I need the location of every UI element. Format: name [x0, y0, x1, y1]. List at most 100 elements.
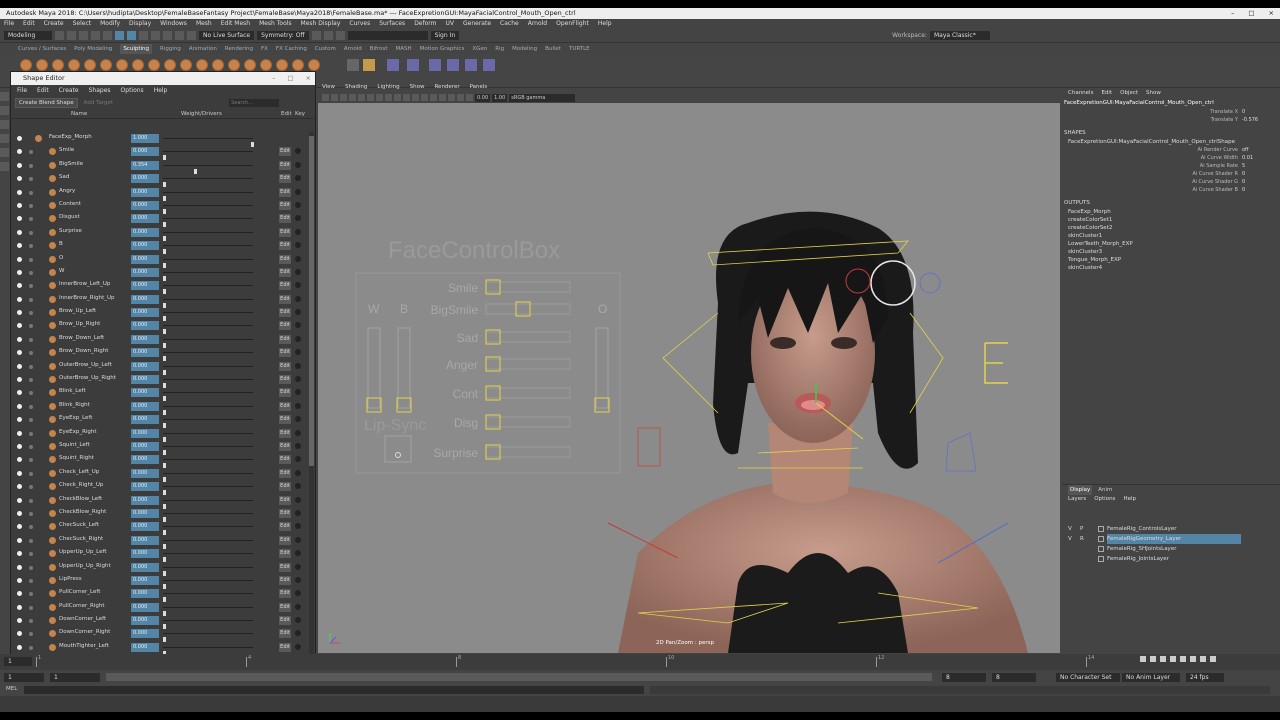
layer-row[interactable]: V R FemaleRigGeometry_Layer [1062, 534, 1280, 544]
lock-icon[interactable] [29, 511, 33, 516]
key-icon[interactable] [295, 416, 301, 423]
weight-slider[interactable] [163, 459, 253, 469]
cb-output-item[interactable]: FaceExp_Morph [1062, 208, 1280, 216]
visibility-eye-icon[interactable] [17, 443, 22, 449]
lock-icon[interactable] [29, 565, 33, 570]
cb-shape-attr[interactable]: Ai Curve Width 0.01 [1062, 154, 1280, 162]
create-blend-shape-button[interactable]: Create Blend Shape [15, 98, 78, 108]
edit-button[interactable]: Edit [279, 642, 291, 652]
se-menu-create[interactable]: Create [59, 85, 79, 96]
shape-target-row[interactable]: Angry 0.000 Edit [11, 186, 309, 201]
undo-icon[interactable] [91, 31, 100, 40]
target-weight-field[interactable]: 0.000 [131, 616, 159, 626]
textured-icon[interactable] [430, 94, 437, 101]
cb-shape-attr[interactable]: Ai Sample Rate 5 [1062, 162, 1280, 170]
target-weight-field[interactable]: 0.000 [131, 267, 159, 277]
target-weight-field[interactable]: 0.000 [131, 241, 159, 251]
shape-target-row[interactable]: InnerBrow_Left_Up 0.000 Edit [11, 279, 309, 295]
lock-icon[interactable] [29, 605, 33, 610]
shelf-tab-arnold[interactable]: Arnold [344, 44, 362, 54]
smear-tool-icon[interactable] [244, 59, 256, 71]
fcb-b-slider[interactable] [397, 327, 411, 409]
weight-slider[interactable] [163, 405, 253, 415]
edit-button[interactable]: Edit [279, 267, 291, 277]
target-weight-field[interactable]: 0.000 [131, 428, 159, 438]
menu-file[interactable]: File [4, 19, 14, 29]
menu-mesh-tools[interactable]: Mesh Tools [259, 19, 291, 29]
shape-editor-close[interactable]: × [306, 72, 311, 85]
spray-tool-icon[interactable] [132, 59, 144, 71]
target-weight-field[interactable]: 0.000 [131, 441, 159, 451]
edit-button[interactable]: Edit [279, 415, 291, 425]
fcb-o-handle[interactable] [594, 397, 610, 413]
shape-target-row[interactable]: Brow_Down_Left 0.000 Edit [11, 333, 309, 348]
cb-shape-attr[interactable]: Ai Curve Shader R 0 [1062, 170, 1280, 178]
cb-menu-edit[interactable]: Edit [1101, 88, 1112, 98]
lock-icon[interactable] [29, 498, 33, 503]
cb-output-item[interactable]: skinCluster4 [1062, 264, 1280, 272]
image-plane-icon[interactable] [349, 94, 356, 101]
fcb-slider-track[interactable] [485, 387, 571, 399]
camera-icon[interactable] [322, 94, 329, 101]
weight-slider[interactable] [163, 285, 253, 295]
colorspace-dropdown[interactable]: sRGB gamma [509, 93, 576, 102]
cb-menu-object[interactable]: Object [1120, 88, 1138, 98]
step-forward-icon[interactable] [1190, 656, 1196, 662]
scrollbar-thumb[interactable] [309, 136, 314, 466]
key-icon[interactable] [295, 496, 301, 503]
cb-shape-name[interactable]: FaceExpretionGUI:MayaFacialControl_Mouth… [1062, 138, 1280, 146]
mirror-target-icon[interactable] [464, 58, 478, 72]
edit-button[interactable]: Edit [279, 401, 291, 411]
key-icon[interactable] [295, 175, 301, 182]
target-weight-field[interactable]: 0.000 [131, 254, 159, 264]
key-icon[interactable] [295, 255, 301, 262]
weight-slider[interactable] [163, 151, 253, 161]
field-chart-icon[interactable] [394, 94, 401, 101]
weight-slider[interactable] [163, 620, 253, 630]
shape-target-row[interactable]: MouthTighter_Left 0.000 Edit [11, 641, 309, 656]
weight-slider[interactable] [163, 298, 253, 308]
lock-icon[interactable] [29, 203, 33, 208]
edit-button[interactable]: Edit [279, 147, 291, 157]
weight-slider[interactable] [163, 338, 253, 348]
input-line-field[interactable] [347, 31, 428, 40]
cb-attr-translate-y[interactable]: Translate Y -0.576 [1062, 116, 1280, 124]
tab-anim[interactable]: Anim [1098, 485, 1112, 495]
ipr-icon[interactable] [323, 31, 333, 40]
lock-icon[interactable] [29, 404, 33, 409]
wax-tool-icon[interactable] [180, 59, 192, 71]
weight-slider[interactable] [163, 499, 253, 509]
weight-slider[interactable] [163, 164, 253, 174]
shelf-tab-modeling[interactable]: Modeling [512, 44, 537, 54]
visibility-eye-icon[interactable] [17, 470, 22, 476]
lock-icon[interactable] [29, 284, 33, 289]
weight-slider[interactable] [163, 218, 253, 228]
target-weight-field[interactable]: 0.000 [131, 508, 159, 518]
lock-icon[interactable] [29, 364, 33, 369]
layer-color-swatch[interactable] [1098, 556, 1104, 562]
repeat-tool-icon[interactable] [148, 59, 160, 71]
shape-target-row[interactable]: UpperUp_Up_Left 0.000 Edit [11, 547, 309, 563]
camera-attributes-icon[interactable] [331, 94, 338, 101]
edit-button[interactable]: Edit [279, 174, 291, 184]
visibility-eye-icon[interactable] [17, 551, 22, 557]
key-icon[interactable] [295, 295, 301, 302]
key-icon[interactable] [295, 456, 301, 463]
visibility-eye-icon[interactable] [17, 577, 22, 583]
target-weight-field[interactable]: 0.000 [131, 200, 159, 210]
step-back-icon[interactable] [1160, 656, 1166, 662]
weight-slider[interactable] [163, 445, 253, 455]
key-icon[interactable] [295, 643, 301, 650]
edit-button[interactable]: Edit [279, 227, 291, 237]
key-icon[interactable] [295, 469, 301, 476]
cb-shape-attr[interactable]: Ai Curve Shader G 0 [1062, 178, 1280, 186]
resolution-gate-icon[interactable] [376, 94, 383, 101]
visibility-eye-icon[interactable] [17, 202, 22, 208]
shape-target-row[interactable]: OuterBrow_Up_Left 0.000 Edit [11, 360, 309, 375]
shelf-tab-fx-caching[interactable]: FX Caching [276, 44, 307, 54]
lock-icon[interactable] [29, 471, 33, 476]
edit-button[interactable]: Edit [279, 482, 291, 492]
shape-target-row[interactable]: OuterBrow_Up_Right 0.000 Edit [11, 373, 309, 389]
key-icon[interactable] [295, 536, 301, 543]
edit-button[interactable]: Edit [279, 187, 291, 197]
